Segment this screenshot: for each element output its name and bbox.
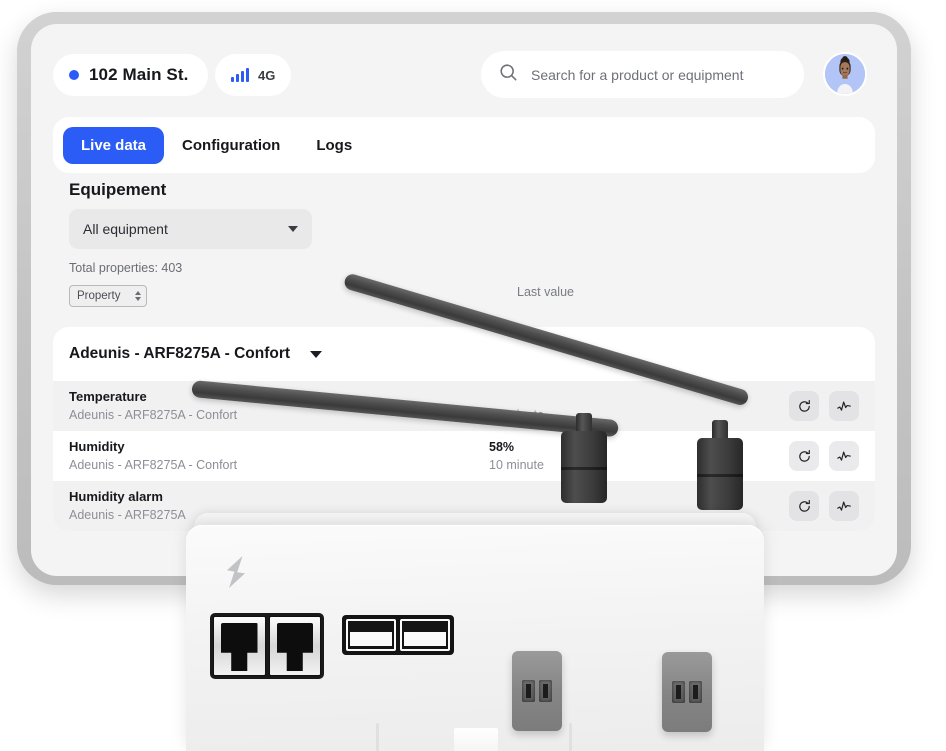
- row-actions: [789, 491, 859, 521]
- chevron-down-icon: [288, 226, 298, 232]
- tab-bar: Live data Configuration Logs: [53, 117, 875, 173]
- gateway-module: [454, 728, 498, 751]
- network-label: 4G: [258, 67, 276, 83]
- spinner-arrows-icon: [135, 291, 141, 301]
- ethernet-port: [213, 616, 266, 676]
- location-label: 102 Main St.: [89, 65, 189, 84]
- usb-port: [400, 619, 450, 651]
- equipment-select[interactable]: All equipment: [69, 209, 312, 249]
- equipment-select-value: All equipment: [83, 221, 168, 237]
- usb-ports: [342, 615, 454, 655]
- refresh-button[interactable]: [789, 391, 819, 421]
- column-header-last-value: Last value: [517, 285, 574, 299]
- tab-configuration[interactable]: Configuration: [164, 127, 298, 164]
- terminal-block: [662, 652, 712, 732]
- antenna-pin: [569, 723, 572, 751]
- property-select[interactable]: Property: [69, 285, 147, 307]
- property-timestamp: 10 minute: [489, 407, 544, 422]
- equipment-group-header[interactable]: Adeunis - ARF8275A - Confort: [53, 327, 875, 381]
- row-value-cell: 10 minute: [489, 388, 699, 424]
- location-pill[interactable]: 102 Main St.: [53, 54, 209, 96]
- ethernet-ports: [210, 613, 324, 679]
- row-actions: [789, 441, 859, 471]
- chart-button[interactable]: [829, 491, 859, 521]
- tab-logs[interactable]: Logs: [298, 127, 370, 164]
- property-name: Humidity alarm: [69, 488, 163, 504]
- signal-bars-icon: [231, 68, 249, 82]
- avatar[interactable]: [823, 52, 867, 96]
- table-row[interactable]: Humidity Adeunis - ARF8275A - Confort 58…: [53, 431, 875, 481]
- property-timestamp: 10 minute: [489, 458, 544, 472]
- page-title: Equipement: [69, 180, 167, 199]
- property-source: Adeunis - ARF8275A: [69, 508, 186, 523]
- refresh-button[interactable]: [789, 441, 819, 471]
- usb-port: [346, 619, 396, 651]
- tab-live-data[interactable]: Live data: [63, 126, 165, 164]
- property-select-value: Property: [77, 290, 121, 302]
- tablet-screen: 102 Main St. 4G Search for a product or …: [31, 24, 897, 576]
- property-source: Adeunis - ARF8275A - Confort: [69, 408, 238, 423]
- chart-button[interactable]: [829, 441, 859, 471]
- search-icon: [499, 63, 518, 87]
- caret-down-icon: [310, 350, 323, 358]
- total-properties-label: Total properties: 403: [69, 261, 183, 275]
- ethernet-port: [268, 616, 321, 676]
- top-bar: 102 Main St. 4G: [31, 24, 897, 112]
- status-dot-icon: [69, 70, 79, 80]
- terminal-block: [512, 651, 562, 731]
- row-name-cell: Humidity Adeunis - ARF8275A - Confort: [69, 438, 489, 475]
- properties-table: Adeunis - ARF8275A - Confort Temperature…: [53, 327, 875, 531]
- search-bar[interactable]: [481, 51, 804, 98]
- network-pill[interactable]: 4G: [215, 54, 292, 96]
- screenshot-root: 102 Main St. 4G Search for a product or …: [0, 0, 946, 751]
- property-name: Humidity: [69, 438, 125, 454]
- chart-button[interactable]: [829, 391, 859, 421]
- row-actions: [789, 391, 859, 421]
- table-row[interactable]: Temperature Adeunis - ARF8275A - Confort…: [53, 381, 875, 431]
- property-value: [489, 388, 699, 406]
- refresh-button[interactable]: [789, 491, 819, 521]
- row-name-cell: Humidity alarm Adeunis - ARF8275A: [69, 488, 489, 525]
- table-row[interactable]: Humidity alarm Adeunis - ARF8275A: [53, 481, 875, 531]
- row-value-cell: 58% 10 minute: [489, 438, 699, 474]
- property-name: Temperature: [69, 388, 147, 404]
- property-value: 58%: [489, 439, 515, 454]
- row-name-cell: Temperature Adeunis - ARF8275A - Confort: [69, 388, 489, 425]
- row-value-cell: [489, 497, 699, 515]
- property-value: [489, 497, 699, 515]
- antenna-pin: [376, 723, 379, 751]
- property-source: Adeunis - ARF8275A - Confort: [69, 458, 238, 473]
- search-input[interactable]: [531, 66, 786, 83]
- equipment-group-title: Adeunis - ARF8275A - Confort: [69, 345, 291, 362]
